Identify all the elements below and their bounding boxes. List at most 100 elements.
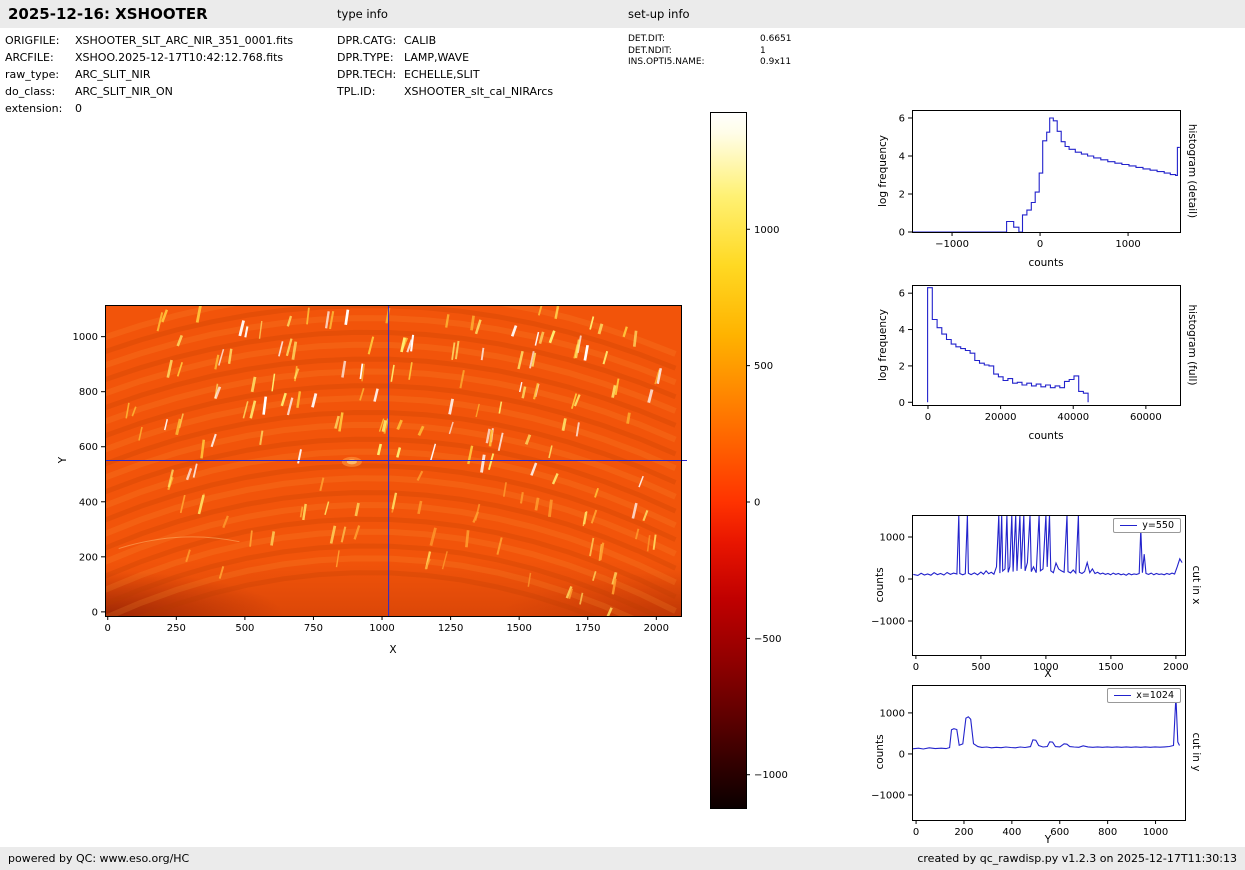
svg-text:800: 800	[79, 387, 98, 398]
svg-text:−1000: −1000	[871, 790, 905, 801]
svg-text:1000: 1000	[73, 332, 98, 343]
info-label: DPR.TYPE:	[337, 51, 394, 64]
svg-text:6: 6	[899, 113, 905, 124]
svg-text:4: 4	[899, 325, 905, 336]
svg-text:2000: 2000	[644, 623, 669, 634]
svg-text:1250: 1250	[438, 623, 463, 634]
footer-bar: powered by QC: www.eso.org/HC created by…	[0, 847, 1245, 870]
svg-text:600: 600	[1050, 827, 1069, 838]
setup-info-block: DET.DIT: 0.6651 DET.NDIT: 1 INS.OPTI5.NAME…	[628, 34, 792, 69]
header-bar: 2025-12-16: XSHOOTER type info set-up in…	[0, 0, 1245, 28]
hist-detail-xlabel: counts	[1028, 257, 1064, 269]
hist-full-side-label: histogram (full)	[1186, 304, 1198, 386]
info-label: raw_type:	[5, 68, 60, 81]
info-value: XSHOOTER_SLT_ARC_NIR_351_0001.fits	[75, 34, 294, 47]
svg-text:0: 0	[913, 827, 919, 838]
svg-text:2: 2	[899, 361, 905, 372]
info-row-doclass: do_class: ARC_SLIT_NIR_ON	[5, 83, 293, 100]
svg-text:500: 500	[971, 662, 990, 673]
svg-text:0: 0	[913, 662, 919, 673]
legend-line-sample	[1120, 525, 1138, 526]
info-label: DET.DIT:	[628, 34, 666, 44]
info-row-detndit: DET.NDIT: 1	[628, 46, 792, 58]
svg-text:1000: 1000	[369, 623, 394, 634]
svg-text:6: 6	[899, 289, 905, 300]
info-value: 0.9x11	[760, 57, 792, 67]
hist-full-xlabel: counts	[1028, 430, 1064, 442]
info-label: TPL.ID:	[337, 85, 376, 98]
svg-text:60000: 60000	[1130, 412, 1162, 423]
svg-text:−1000: −1000	[871, 616, 905, 627]
hist-detail-side-label: histogram (detail)	[1186, 123, 1198, 219]
svg-text:1000: 1000	[1143, 827, 1168, 838]
detector-image	[105, 305, 681, 616]
svg-text:0: 0	[1037, 239, 1043, 250]
info-label: DET.NDIT:	[628, 45, 672, 56]
info-row-extension: extension: 0	[5, 100, 293, 117]
svg-text:0: 0	[899, 228, 905, 239]
cut-y-side-label: cut in y	[1190, 732, 1202, 772]
setup-info-heading: set-up info	[628, 7, 690, 21]
svg-text:2: 2	[899, 189, 905, 200]
svg-text:0: 0	[754, 498, 760, 509]
svg-text:0: 0	[925, 412, 931, 423]
main-xlabel: X	[389, 644, 397, 656]
info-value: 0	[75, 102, 82, 115]
svg-text:20000: 20000	[985, 412, 1017, 423]
cut-x-legend: y=550	[1113, 518, 1181, 533]
info-label: ORIGFILE:	[5, 34, 60, 47]
svg-text:0: 0	[92, 607, 98, 618]
info-row-insopti5: INS.OPTI5.NAME: 0.9x11	[628, 57, 792, 69]
svg-text:200: 200	[954, 827, 973, 838]
hist-detail-ylabel: log frequency	[877, 134, 889, 208]
info-row-dprcatg: DPR.CATG: CALIB	[337, 32, 553, 49]
info-value: CALIB	[404, 34, 437, 47]
info-row-origfile: ORIGFILE: XSHOOTER_SLT_ARC_NIR_351_0001.f…	[5, 32, 293, 49]
svg-text:1500: 1500	[506, 623, 531, 634]
legend-line-sample	[1114, 695, 1132, 696]
svg-text:600: 600	[79, 442, 98, 453]
info-value: XSHOO.2025-12-17T10:42:12.768.fits	[75, 51, 284, 64]
svg-text:1750: 1750	[575, 623, 600, 634]
type-info-heading: type info	[337, 7, 388, 21]
cut-y-legend: x=1024	[1107, 688, 1181, 703]
svg-text:1000: 1000	[880, 708, 905, 719]
info-value: 1	[760, 45, 766, 56]
info-value: ECHELLE,SLIT	[404, 68, 480, 81]
info-row-tplid: TPL.ID: XSHOOTER_slt_cal_NIRArcs	[337, 83, 553, 100]
info-row-dprtech: DPR.TECH: ECHELLE,SLIT	[337, 66, 553, 83]
svg-text:0: 0	[105, 623, 111, 634]
footer-credit-right: created by qc_rawdisp.py v1.2.3 on 2025-…	[917, 852, 1237, 865]
file-info-block: ORIGFILE: XSHOOTER_SLT_ARC_NIR_351_0001.f…	[5, 32, 293, 117]
svg-text:800: 800	[1098, 827, 1117, 838]
info-value: 0.6651	[760, 34, 792, 44]
svg-text:2000: 2000	[1163, 662, 1188, 673]
legend-label: y=550	[1142, 520, 1174, 531]
info-label: INS.OPTI5.NAME:	[628, 57, 705, 67]
svg-text:1500: 1500	[1098, 662, 1123, 673]
svg-text:1000: 1000	[880, 533, 905, 544]
cut-x-ylabel: counts	[874, 567, 886, 603]
info-row-rawtype: raw_type: ARC_SLIT_NIR	[5, 66, 293, 83]
cut-y-ylabel: counts	[874, 734, 886, 770]
info-label: DPR.TECH:	[337, 68, 397, 81]
info-label: ARCFILE:	[5, 51, 54, 64]
main-ylabel: Y	[57, 456, 69, 464]
info-label: DPR.CATG:	[337, 34, 397, 47]
svg-text:500: 500	[235, 623, 254, 634]
info-value: ARC_SLIT_NIR_ON	[75, 85, 173, 98]
svg-text:250: 250	[167, 623, 186, 634]
qc-report-page: 2025-12-16: XSHOOTER type info set-up in…	[0, 0, 1245, 870]
svg-text:40000: 40000	[1057, 412, 1089, 423]
svg-text:500: 500	[754, 361, 773, 372]
info-value: XSHOOTER_slt_cal_NIRArcs	[404, 85, 554, 98]
info-label: extension:	[5, 102, 63, 115]
page-title: 2025-12-16: XSHOOTER	[8, 5, 208, 23]
info-value: ARC_SLIT_NIR	[75, 68, 151, 81]
cut-y-xlabel: Y	[1044, 834, 1052, 846]
svg-text:400: 400	[1002, 827, 1021, 838]
cut-x-side-label: cut in x	[1190, 565, 1202, 605]
svg-text:200: 200	[79, 552, 98, 563]
svg-text:−1000: −1000	[935, 239, 969, 250]
svg-text:1000: 1000	[754, 225, 779, 236]
